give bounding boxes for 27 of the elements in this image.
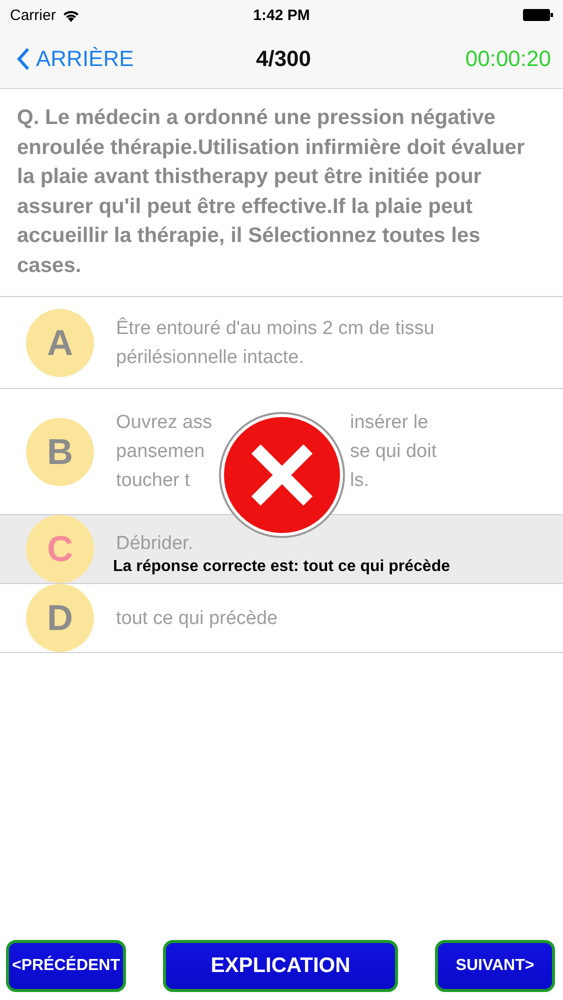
option-text: périlésionnelle intacte. xyxy=(116,346,306,370)
question-counter: 4/300 xyxy=(256,46,312,72)
option-letter: A xyxy=(26,308,94,376)
carrier-label: Carrier xyxy=(10,6,56,24)
option-letter: B xyxy=(26,418,94,486)
correct-answer-message: La réponse correcte est: tout ce qui précède xyxy=(112,558,451,576)
timer: 00:00:20 xyxy=(464,46,551,72)
option-text: se qui doit xyxy=(350,440,437,464)
status-time: 1:42 PM xyxy=(253,6,310,24)
battery-icon xyxy=(522,9,553,21)
option-text: Ouvrez ass xyxy=(116,411,214,435)
option-letter: D xyxy=(26,584,94,652)
wifi-icon xyxy=(62,8,80,22)
option-text: tout ce qui précède xyxy=(116,606,279,630)
option-letter: C xyxy=(26,515,94,583)
chevron-left-icon xyxy=(16,47,30,71)
explanation-button[interactable]: EXPLICATION xyxy=(163,940,398,992)
option-text: Débrider. xyxy=(116,532,194,556)
option-text: insérer le xyxy=(350,411,430,435)
next-button[interactable]: SUIVANT> xyxy=(435,940,555,992)
option-text: ls. xyxy=(350,469,370,493)
answer-option[interactable]: D tout ce qui précède xyxy=(0,584,563,653)
option-text: pansemen xyxy=(116,440,206,464)
previous-button[interactable]: <PRÉCÉDENT xyxy=(6,940,126,992)
back-button[interactable]: ARRIÈRE xyxy=(16,46,176,72)
option-text: toucher t xyxy=(116,469,191,493)
option-text: Être entouré d'au moins 2 cm de tissu xyxy=(116,316,434,340)
